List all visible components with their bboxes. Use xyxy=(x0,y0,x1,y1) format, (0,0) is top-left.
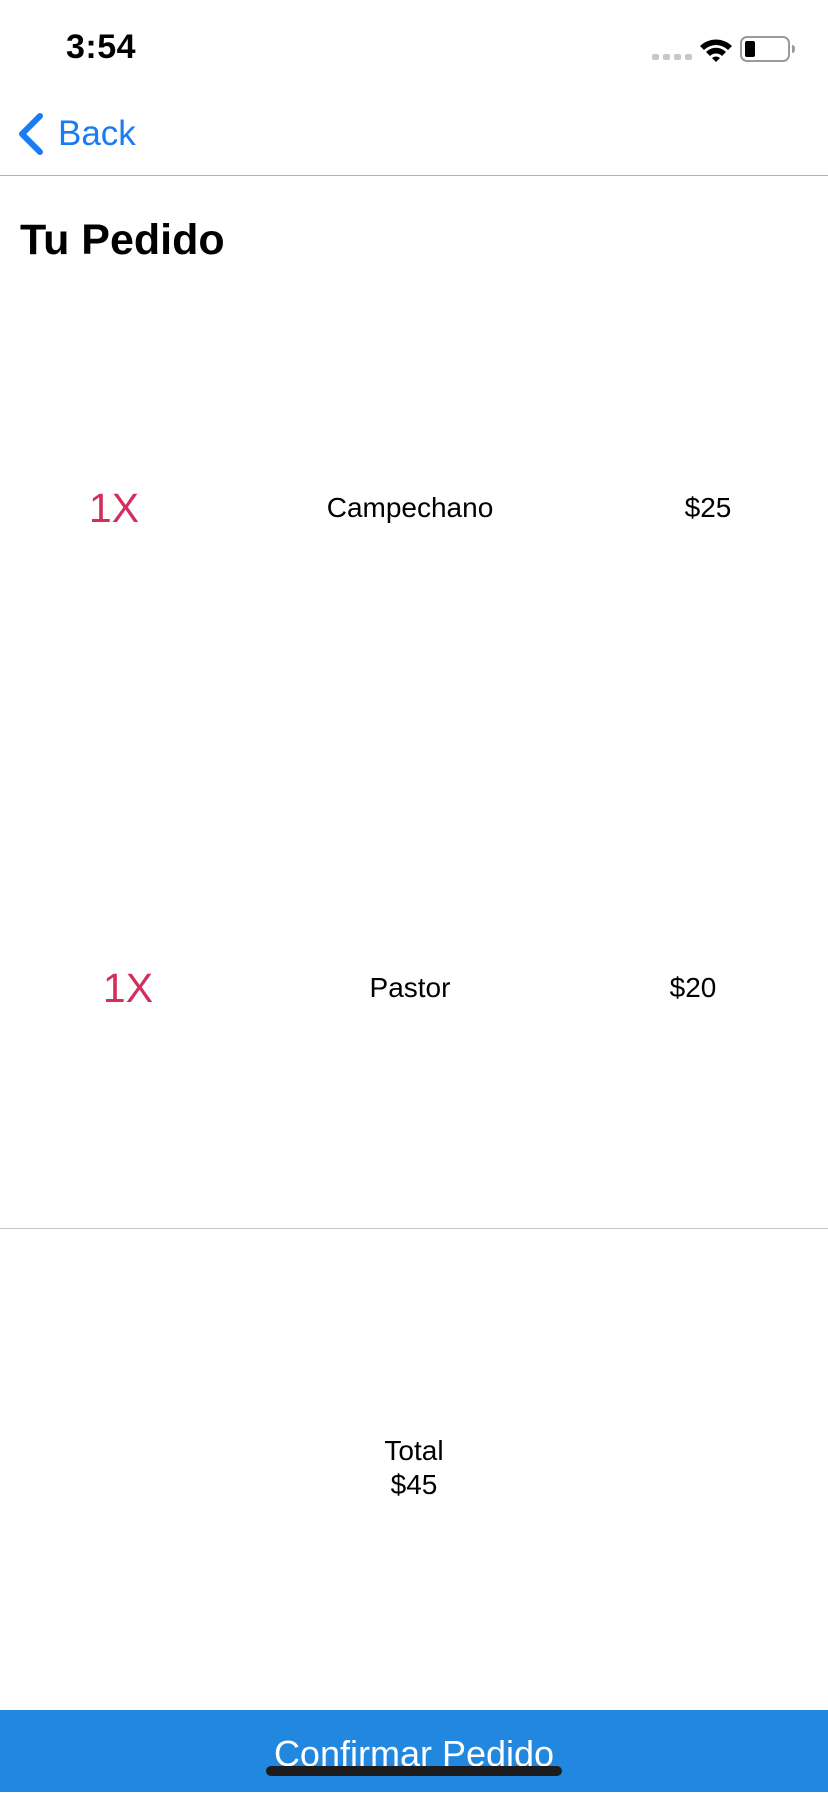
item-price: $20 xyxy=(669,972,717,1003)
confirm-order-button[interactable]: Confirmar Pedido xyxy=(0,1710,828,1792)
order-item-row: 1X Campechano $25 xyxy=(0,478,828,538)
total-label: Total xyxy=(384,1435,444,1466)
total-value: $45 xyxy=(390,1469,438,1500)
status-time: 3:54 xyxy=(66,28,137,66)
chevron-left-icon xyxy=(19,113,43,155)
item-price: $25 xyxy=(684,492,732,523)
battery-icon xyxy=(740,36,795,62)
back-label: Back xyxy=(58,114,136,153)
order-item-row: 1X Pastor $20 xyxy=(0,958,828,1018)
status-bar: 3:54 xyxy=(0,0,828,96)
divider xyxy=(0,1228,828,1229)
item-quantity: 1X xyxy=(102,965,154,1011)
home-indicator xyxy=(266,1766,562,1776)
navigation-bar: Back xyxy=(0,96,828,176)
cellular-signal-icon xyxy=(652,54,692,60)
total-summary: Total $45 xyxy=(314,1434,514,1502)
confirm-order-label: Confirmar Pedido xyxy=(273,1733,555,1774)
page-title: Tu Pedido xyxy=(20,216,225,264)
item-name: Campechano xyxy=(326,492,494,523)
item-name: Pastor xyxy=(369,972,451,1003)
item-quantity: 1X xyxy=(88,485,140,531)
wifi-icon xyxy=(700,39,732,62)
back-button[interactable]: Back xyxy=(16,108,136,160)
